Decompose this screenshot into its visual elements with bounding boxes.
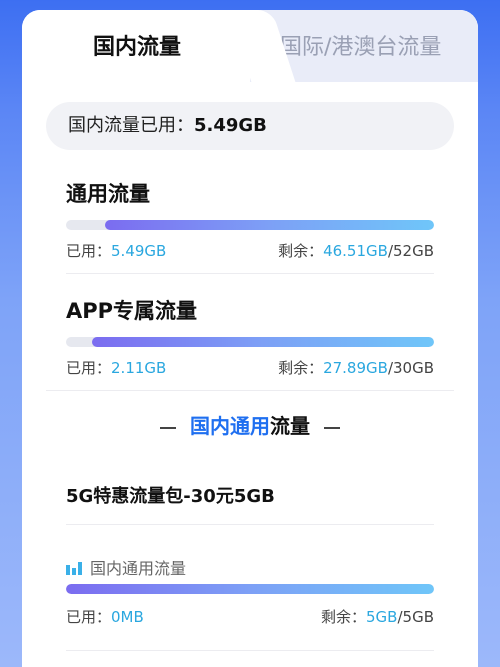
package-used-label: 已用： <box>66 608 112 626</box>
heading-dash-left <box>160 426 176 429</box>
tab-international-label: 国际/港澳台流量 <box>280 35 442 60</box>
package-used: 已用：0MB <box>66 606 144 627</box>
package-usage-section: 已用：0MB 剩余：5GB/5GB <box>66 584 434 626</box>
package-sub-label-text: 国内通用流量 <box>90 559 187 578</box>
domestic-usage-summary: 国内流量已用：5.49GB <box>46 102 454 150</box>
package-sub-label: 国内通用流量 <box>66 555 186 579</box>
general-progress-fill <box>105 220 434 230</box>
package-progress-bar <box>66 584 434 594</box>
domestic-general-heading: 国内通用流量 <box>22 410 478 439</box>
app-usage-caption: 已用：2.11GB 剩余：27.89GB/30GB <box>66 357 434 377</box>
traffic-card: 国际/港澳台流量 国内流量 国内流量已用：5.49GB 通用流量 已用：5.49… <box>22 10 478 667</box>
general-remaining: 剩余：46.51GB/52GB <box>278 240 434 261</box>
section-divider <box>66 273 434 274</box>
general-remain-label: 剩余： <box>278 242 324 260</box>
general-traffic-title: 通用流量 <box>66 182 150 206</box>
package-progress-fill <box>66 584 434 594</box>
app-used: 已用：2.11GB <box>66 357 166 378</box>
app-remain-label: 剩余： <box>278 359 324 377</box>
section-divider <box>66 650 434 651</box>
app-total: /30GB <box>387 359 434 377</box>
general-usage-caption: 已用：5.49GB 剩余：46.51GB/52GB <box>66 240 434 260</box>
app-used-value: 2.11GB <box>111 359 167 377</box>
general-traffic-section: 通用流量 已用：5.49GB 剩余：46.51GB/52GB <box>66 178 434 260</box>
tab-domestic-label: 国内流量 <box>92 35 181 60</box>
section-divider <box>46 390 454 391</box>
general-progress-bar <box>66 220 434 230</box>
package-total: /5GB <box>397 608 434 626</box>
app-remain-value: 27.89GB <box>323 359 388 377</box>
app-traffic-title: APP专属流量 <box>66 299 198 323</box>
package-usage-caption: 已用：0MB 剩余：5GB/5GB <box>66 606 434 626</box>
summary-label: 国内流量已用： <box>68 115 194 136</box>
package-remain-label: 剩余： <box>321 608 367 626</box>
general-used-value: 5.49GB <box>111 242 167 260</box>
heading-rest: 流量 <box>270 414 310 438</box>
bar-chart-icon <box>66 562 82 575</box>
section-divider <box>66 524 434 525</box>
package-remaining: 剩余：5GB/5GB <box>321 606 434 627</box>
app-progress-bar <box>66 337 434 347</box>
general-remain-value: 46.51GB <box>323 242 388 260</box>
general-total: /52GB <box>387 242 434 260</box>
app-remaining: 剩余：27.89GB/30GB <box>278 357 434 378</box>
app-progress-fill <box>91 337 434 347</box>
summary-value: 5.49GB <box>194 115 267 136</box>
package-title: 5G特惠流量包-30元5GB <box>66 486 275 507</box>
app-used-label: 已用： <box>66 359 112 377</box>
general-used: 已用：5.49GB <box>66 240 166 261</box>
traffic-tabs: 国际/港澳台流量 国内流量 <box>22 10 478 82</box>
app-traffic-section: APP专属流量 已用：2.11GB 剩余：27.89GB/30GB <box>66 295 434 377</box>
general-used-label: 已用： <box>66 242 112 260</box>
package-remain-value: 5GB <box>366 608 398 626</box>
package-used-value: 0MB <box>111 608 144 626</box>
heading-highlight: 国内通用 <box>190 414 270 438</box>
heading-dash-right <box>324 426 340 429</box>
